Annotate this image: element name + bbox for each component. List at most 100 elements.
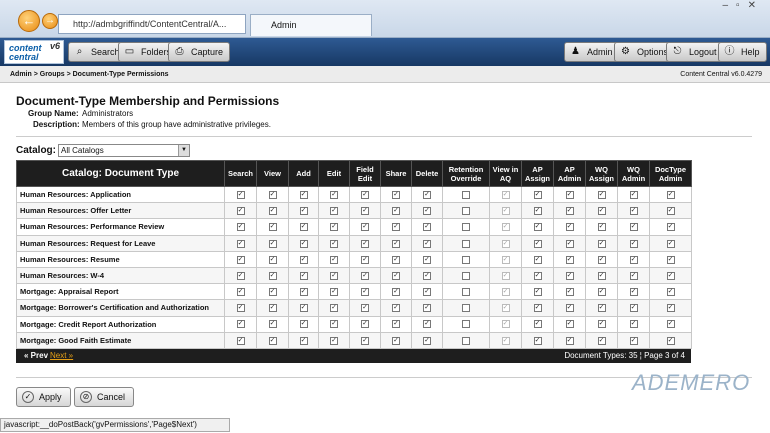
permission-checkbox[interactable]: ✓ xyxy=(236,336,245,345)
permission-checkbox[interactable] xyxy=(462,304,470,313)
permission-checkbox[interactable]: ✓ xyxy=(361,207,369,216)
permission-checkbox[interactable]: ✓ xyxy=(533,190,542,199)
permission-checkbox[interactable]: ✓ xyxy=(392,271,400,280)
permission-checkbox[interactable]: ✓ xyxy=(330,207,338,216)
permission-checkbox[interactable]: ✓ xyxy=(666,320,675,329)
capture-button[interactable]: ⎙ Capture xyxy=(168,42,231,62)
permission-checkbox[interactable]: ✓ xyxy=(533,255,542,264)
browser-tab[interactable]: Admin xyxy=(250,14,372,36)
permission-checkbox[interactable]: ✓ xyxy=(392,255,400,264)
permission-checkbox[interactable]: ✓ xyxy=(236,190,245,199)
permission-checkbox[interactable]: ✓ xyxy=(268,190,277,199)
permission-checkbox[interactable]: ✓ xyxy=(597,223,606,232)
permission-checkbox[interactable]: ✓ xyxy=(423,320,431,329)
permission-checkbox[interactable]: ✓ xyxy=(501,223,510,232)
permission-checkbox[interactable]: ✓ xyxy=(236,207,245,216)
permission-checkbox[interactable]: ✓ xyxy=(299,336,308,345)
permission-checkbox[interactable]: ✓ xyxy=(565,255,574,264)
permission-checkbox[interactable]: ✓ xyxy=(501,336,510,345)
permission-checkbox[interactable]: ✓ xyxy=(597,320,606,329)
breadcrumb[interactable]: Admin > Groups > Document-Type Permissio… xyxy=(10,66,169,83)
permission-checkbox[interactable]: ✓ xyxy=(392,239,400,248)
permission-checkbox[interactable]: ✓ xyxy=(268,336,277,345)
permission-checkbox[interactable] xyxy=(462,320,470,329)
permission-checkbox[interactable]: ✓ xyxy=(629,223,638,232)
permission-checkbox[interactable]: ✓ xyxy=(361,304,369,313)
permission-checkbox[interactable]: ✓ xyxy=(299,190,308,199)
permission-checkbox[interactable]: ✓ xyxy=(423,223,431,232)
permission-checkbox[interactable]: ✓ xyxy=(392,207,400,216)
chevron-down-icon[interactable]: ▼ xyxy=(178,145,189,156)
permission-checkbox[interactable]: ✓ xyxy=(597,207,606,216)
permission-checkbox[interactable]: ✓ xyxy=(629,288,638,297)
permission-checkbox[interactable]: ✓ xyxy=(236,304,245,313)
permission-checkbox[interactable]: ✓ xyxy=(666,288,675,297)
permission-checkbox[interactable]: ✓ xyxy=(597,255,606,264)
permission-checkbox[interactable]: ✓ xyxy=(629,239,638,248)
permission-checkbox[interactable]: ✓ xyxy=(565,336,574,345)
permission-checkbox[interactable]: ✓ xyxy=(268,304,277,313)
permission-checkbox[interactable]: ✓ xyxy=(533,271,542,280)
catalog-select[interactable]: All Catalogs ▼ xyxy=(58,144,190,157)
permission-checkbox[interactable]: ✓ xyxy=(361,271,369,280)
permission-checkbox[interactable]: ✓ xyxy=(629,320,638,329)
permission-checkbox[interactable]: ✓ xyxy=(597,304,606,313)
permission-checkbox[interactable]: ✓ xyxy=(236,320,245,329)
permission-checkbox[interactable]: ✓ xyxy=(299,271,308,280)
permission-checkbox[interactable]: ✓ xyxy=(392,304,400,313)
permission-checkbox[interactable]: ✓ xyxy=(533,336,542,345)
permission-checkbox[interactable]: ✓ xyxy=(629,255,638,264)
permission-checkbox[interactable]: ✓ xyxy=(299,304,308,313)
permission-checkbox[interactable]: ✓ xyxy=(501,304,510,313)
cancel-button[interactable]: ⊘ Cancel xyxy=(74,387,135,407)
permission-checkbox[interactable]: ✓ xyxy=(330,304,338,313)
permission-checkbox[interactable]: ✓ xyxy=(501,239,510,248)
permission-checkbox[interactable]: ✓ xyxy=(629,190,638,199)
permission-checkbox[interactable]: ✓ xyxy=(666,304,675,313)
permission-checkbox[interactable]: ✓ xyxy=(597,288,606,297)
permission-checkbox[interactable]: ✓ xyxy=(533,288,542,297)
permission-checkbox[interactable]: ✓ xyxy=(423,304,431,313)
permission-checkbox[interactable]: ✓ xyxy=(361,223,369,232)
permission-checkbox[interactable]: ✓ xyxy=(666,223,675,232)
logout-button[interactable]: ⎋ Logout xyxy=(666,42,724,62)
permission-checkbox[interactable]: ✓ xyxy=(666,336,675,345)
permission-checkbox[interactable]: ✓ xyxy=(423,271,431,280)
permission-checkbox[interactable]: ✓ xyxy=(361,190,369,199)
permission-checkbox[interactable]: ✓ xyxy=(666,255,675,264)
permission-checkbox[interactable]: ✓ xyxy=(392,320,400,329)
permission-checkbox[interactable]: ✓ xyxy=(629,336,638,345)
permission-checkbox[interactable] xyxy=(462,223,470,232)
permission-checkbox[interactable]: ✓ xyxy=(666,207,675,216)
permission-checkbox[interactable]: ✓ xyxy=(597,271,606,280)
permission-checkbox[interactable]: ✓ xyxy=(330,190,338,199)
permission-checkbox[interactable]: ✓ xyxy=(629,271,638,280)
apply-button[interactable]: ✓ Apply xyxy=(16,387,71,407)
permission-checkbox[interactable]: ✓ xyxy=(330,320,338,329)
permission-checkbox[interactable]: ✓ xyxy=(268,239,277,248)
permission-checkbox[interactable]: ✓ xyxy=(501,190,510,199)
permission-checkbox[interactable]: ✓ xyxy=(236,288,245,297)
back-button[interactable]: ← xyxy=(18,10,40,32)
permission-checkbox[interactable]: ✓ xyxy=(565,288,574,297)
permission-checkbox[interactable]: ✓ xyxy=(629,207,638,216)
address-bar[interactable]: http://admbgriffindt/ContentCentral/A... xyxy=(58,14,246,34)
permission-checkbox[interactable]: ✓ xyxy=(565,304,574,313)
permission-checkbox[interactable]: ✓ xyxy=(565,207,574,216)
permission-checkbox[interactable]: ✓ xyxy=(423,255,431,264)
permission-checkbox[interactable]: ✓ xyxy=(299,320,308,329)
permission-checkbox[interactable]: ✓ xyxy=(299,207,308,216)
help-button[interactable]: ⓘ Help xyxy=(718,42,767,62)
permission-checkbox[interactable]: ✓ xyxy=(565,223,574,232)
permission-checkbox[interactable] xyxy=(462,271,470,280)
permission-checkbox[interactable]: ✓ xyxy=(423,288,431,297)
permission-checkbox[interactable]: ✓ xyxy=(330,271,338,280)
permission-checkbox[interactable] xyxy=(462,288,470,297)
permission-checkbox[interactable]: ✓ xyxy=(501,255,510,264)
permission-checkbox[interactable]: ✓ xyxy=(299,239,308,248)
permission-checkbox[interactable]: ✓ xyxy=(361,255,369,264)
permission-checkbox[interactable]: ✓ xyxy=(501,320,510,329)
permission-checkbox[interactable]: ✓ xyxy=(299,255,308,264)
permission-checkbox[interactable]: ✓ xyxy=(392,190,400,199)
permission-checkbox[interactable]: ✓ xyxy=(666,239,675,248)
